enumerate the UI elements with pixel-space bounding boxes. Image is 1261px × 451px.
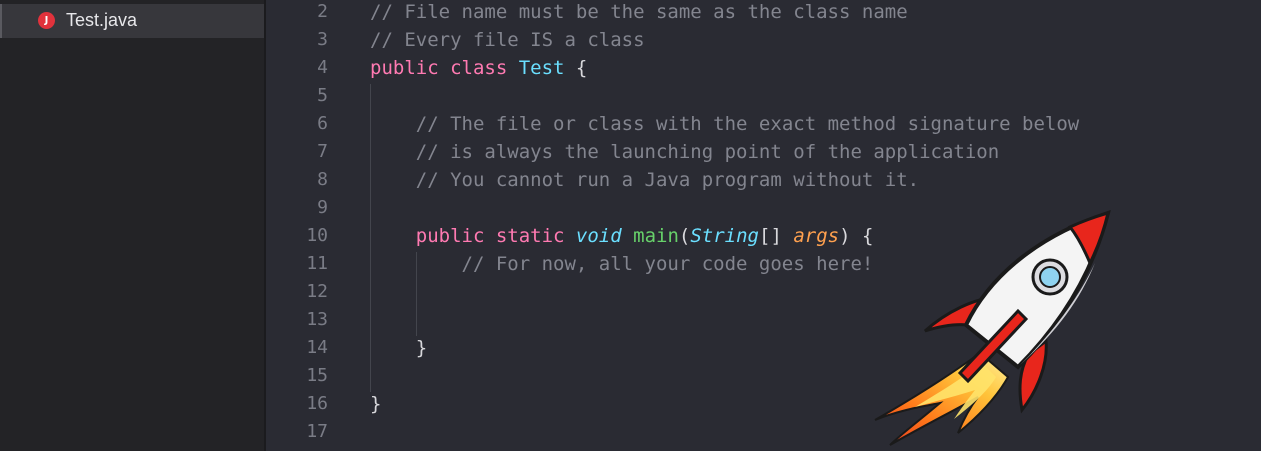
code-token-comment: // The file or class with the exact meth… (415, 113, 1080, 135)
line-number: 17 (306, 421, 328, 442)
code-line[interactable]: // is always the launching point of the … (370, 138, 999, 166)
code-token-plain: } (370, 393, 382, 415)
file-item-test-java[interactable]: J Test.java (0, 4, 264, 38)
code-token-plain: ) { (839, 225, 874, 247)
code-token-plain: ( (678, 225, 691, 247)
code-token-italic-type: String (690, 225, 759, 247)
code-token-plain: { (564, 57, 588, 79)
line-number: 15 (306, 365, 328, 386)
code-line[interactable]: } (370, 334, 427, 362)
java-file-icon: J (38, 12, 55, 29)
line-number: 6 (317, 113, 328, 134)
code-token-func: main (633, 225, 679, 247)
line-number: 16 (306, 393, 328, 414)
line-number: 7 (317, 141, 328, 162)
file-navigator: J Test.java (0, 0, 266, 451)
line-number: 12 (306, 281, 328, 302)
indent-guide (416, 252, 417, 336)
code-line[interactable]: } (370, 390, 381, 418)
code-token-comment: // File name must be the same as the cla… (370, 1, 908, 23)
code-token-plain: [] (759, 225, 794, 247)
code-line[interactable]: // Every file IS a class (370, 26, 645, 54)
indent-guide (370, 84, 371, 392)
line-number: 2 (317, 1, 328, 22)
code-token-comment: // For now, all your code goes here! (461, 253, 874, 275)
code-line[interactable]: // For now, all your code goes here! (370, 250, 874, 278)
line-number: 11 (306, 253, 328, 274)
line-number: 9 (317, 197, 328, 218)
code-token-plain: } (370, 337, 428, 359)
code-token-param: args (793, 225, 840, 247)
line-number: 14 (306, 337, 328, 358)
code-token-keyword: public static (415, 225, 576, 247)
code-token-type: Test (518, 57, 565, 79)
line-number: 5 (317, 85, 328, 106)
code-token-italic-type: void (575, 225, 622, 247)
rocket-icon (874, 209, 1111, 446)
code-line[interactable]: // You cannot run a Java program without… (370, 166, 919, 194)
line-number: 3 (317, 29, 328, 50)
code-token-comment: // You cannot run a Java program without… (415, 169, 920, 191)
code-line[interactable]: public static void main(String[] args) { (370, 222, 874, 250)
code-line[interactable]: // The file or class with the exact meth… (370, 110, 1079, 138)
code-token-comment: // Every file IS a class (370, 29, 645, 51)
code-line[interactable]: public class Test { (370, 54, 587, 82)
code-token-keyword: public class (370, 57, 519, 79)
code-line[interactable]: // File name must be the same as the cla… (370, 0, 908, 26)
line-number: 8 (317, 169, 328, 190)
line-number: 10 (306, 225, 328, 246)
code-token-comment: // is always the launching point of the … (415, 141, 1000, 163)
line-number: 4 (317, 57, 328, 78)
file-name-label: Test.java (66, 10, 138, 30)
line-number: 13 (306, 309, 328, 330)
